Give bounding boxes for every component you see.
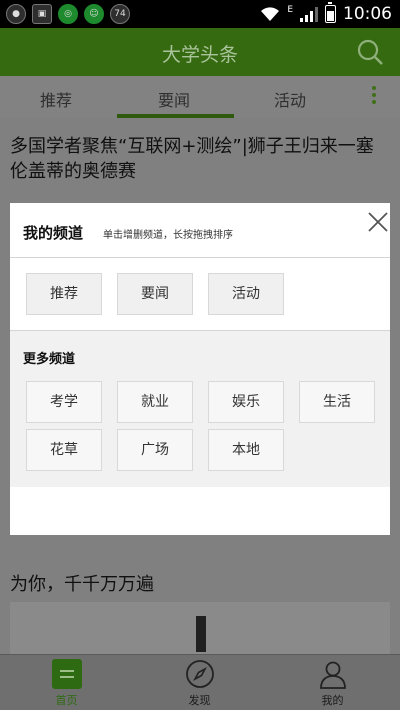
dialog-hint: 单击增删频道，长按拖拽排序 (103, 230, 233, 241)
channel-editor-dialog: 我的频道 单击增删频道，长按拖拽排序 推荐 要闻 活动 更多频道 考学 就业 娱… (10, 203, 390, 535)
image-notification-icon: ▣ (32, 4, 52, 24)
nav-home[interactable]: 首页 (0, 655, 133, 710)
more-menu-icon[interactable] (370, 86, 378, 110)
article-image[interactable] (10, 602, 390, 654)
article-title[interactable]: 多国学者聚焦“互联网+测绘”|狮子王归来一塞伦盖蒂的奥德赛 (10, 134, 390, 184)
home-icon (51, 659, 82, 689)
close-icon[interactable] (367, 211, 389, 233)
nav-profile[interactable]: 我的 (266, 655, 399, 710)
nav-home-label: 首页 (55, 694, 78, 707)
signal-strength-icon (300, 6, 318, 22)
bottom-navigation: 首页 发现 我的 (0, 654, 400, 710)
my-channel-chip[interactable]: 要闻 (117, 273, 193, 315)
search-icon[interactable] (356, 38, 384, 66)
nav-profile-label: 我的 (321, 694, 344, 707)
app-header: 大学头条 (0, 28, 400, 76)
more-channel-chip[interactable]: 就业 (117, 381, 193, 423)
article-title[interactable]: 为你，千千万万遍 (10, 570, 154, 596)
my-channel-chip[interactable]: 活动 (208, 273, 284, 315)
wifi-icon (261, 7, 280, 21)
more-channel-chip[interactable]: 娱乐 (208, 381, 284, 423)
app-notification-icon: ☺ (84, 4, 104, 24)
more-channel-chip[interactable]: 考学 (26, 381, 102, 423)
more-channels-title: 更多频道 (23, 352, 76, 367)
compass-icon (185, 660, 214, 688)
wechat-notification-icon: ◎ (58, 4, 78, 24)
more-channel-chip[interactable]: 生活 (299, 381, 375, 423)
tab-bar: 推荐 要闻 活动 (0, 76, 400, 118)
tab-events[interactable]: 活动 (274, 87, 306, 111)
more-channel-chip[interactable]: 广场 (117, 429, 193, 471)
notification-badge: 74 (110, 4, 130, 24)
user-icon (319, 661, 346, 689)
divider (10, 257, 390, 258)
more-channel-chip[interactable]: 花草 (26, 429, 102, 471)
chat-notification-icon: ● (6, 4, 26, 24)
dialog-title: 我的频道 (23, 224, 84, 242)
status-bar: ● ▣ ◎ ☺ 74 E 10:06 (0, 0, 400, 28)
dialog-footer (10, 487, 390, 535)
more-channels-section: 更多频道 考学 就业 娱乐 生活 花草 广场 本地 (10, 331, 390, 487)
nav-discover-label: 发现 (188, 694, 211, 707)
tab-recommend[interactable]: 推荐 (40, 87, 72, 111)
app-title: 大学头条 (161, 44, 238, 66)
notification-icons: ● ▣ ◎ ☺ 74 (6, 4, 130, 24)
my-channel-chip[interactable]: 推荐 (26, 273, 102, 315)
nav-discover[interactable]: 发现 (133, 655, 266, 710)
network-type-label: E (287, 5, 293, 15)
tab-headlines[interactable]: 要闻 (158, 87, 190, 111)
battery-icon (325, 2, 336, 23)
more-channel-chip[interactable]: 本地 (208, 429, 284, 471)
status-time: 10:06 (343, 4, 392, 24)
